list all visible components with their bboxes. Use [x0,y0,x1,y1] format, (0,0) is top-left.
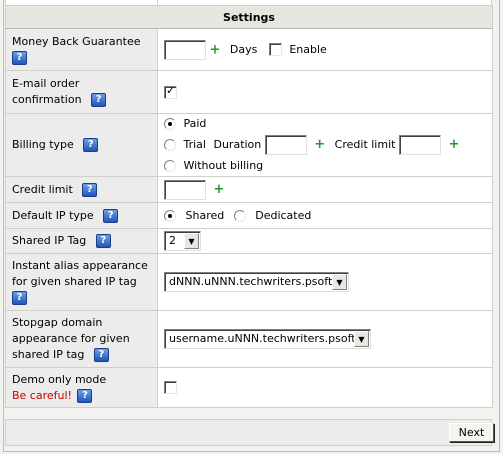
duration-label: Duration [213,138,262,151]
default-ip-label: Default IP type [12,208,94,222]
stopgap-label-1: Stopgap domain [12,316,103,329]
chevron-down-icon[interactable]: ▼ [332,274,347,290]
be-careful-warning: Be careful! [12,388,72,402]
next-button[interactable]: Next [449,423,494,442]
instant-alias-select[interactable]: dNNN.uNNN.techwriters.psoft ▼ [164,272,349,292]
row-shared-ip-tag: Shared IP Tag ? 2 ▼ [5,228,493,254]
credit-limit-input[interactable] [164,179,206,200]
without-billing-label: Without billing [183,159,264,172]
shared-ip-tag-select[interactable]: 2 ▼ [164,231,201,251]
settings-header: Settings [5,5,493,29]
trial-credit-limit-label: Credit limit [334,138,396,151]
shared-ip-tag-label: Shared IP Tag [12,234,87,247]
help-question-icon[interactable]: ? [12,291,27,305]
shared-ip-tag-value: 2 [169,234,176,247]
row-billing-type: Billing type ? Paid Trial Duration + Cre… [5,113,493,177]
enable-label: Enable [289,43,327,56]
billing-paid-radio[interactable] [164,118,176,130]
stopgap-label-3: shared IP tag [12,348,85,361]
row-default-ip-type: Default IP type ? Shared Dedicated [5,202,493,229]
plus-icon[interactable]: + [314,137,325,152]
trial-duration-input[interactable] [264,135,307,155]
trial-label: Trial [183,138,206,151]
demo-mode-checkbox[interactable] [164,381,177,395]
trial-credit-limit-input[interactable] [398,135,441,155]
help-question-icon[interactable]: ? [91,93,107,107]
row-credit-limit: Credit limit ? + [5,176,493,203]
money-back-days-input[interactable] [164,39,206,60]
chevron-down-icon[interactable]: ▼ [354,331,369,347]
instant-alias-label-1: Instant alias appearance [12,259,148,272]
row-email-confirmation: E-mail order confirmation ? [5,70,493,114]
money-back-label: Money Back Guarantee [12,34,141,48]
plus-icon[interactable]: + [210,42,221,57]
shared-label: Shared [185,209,225,223]
help-question-icon[interactable]: ? [12,50,27,65]
days-label: Days [229,43,258,56]
help-question-icon[interactable]: ? [95,234,111,248]
demo-mode-label: Demo only mode [12,372,107,386]
money-back-enable-checkbox[interactable] [268,43,282,56]
stopgap-select[interactable]: username.uNNN.techwriters.psoft ▼ [164,329,371,349]
plus-icon[interactable]: + [448,137,459,152]
email-confirm-label-1: E-mail order [12,77,80,90]
row-stopgap-domain: Stopgap domain appearance for given shar… [5,310,493,368]
stopgap-value: username.uNNN.techwriters.psoft [169,332,356,345]
instant-alias-value: dNNN.uNNN.techwriters.psoft [169,275,333,288]
help-question-icon[interactable]: ? [82,182,98,197]
credit-limit-label: Credit limit [12,182,73,196]
settings-table: Settings Money Back Guarantee ? + Days E… [5,5,493,408]
email-confirm-label-2: confirmation [12,93,82,106]
footer-bar [5,419,492,446]
help-question-icon[interactable]: ? [77,388,93,403]
row-instant-alias: Instant alias appearance for given share… [5,253,493,311]
billing-without-radio[interactable] [164,160,176,172]
email-confirm-checkbox[interactable] [164,84,177,99]
paid-label: Paid [183,117,207,130]
billing-type-label: Billing type [12,138,74,151]
ip-dedicated-radio[interactable] [233,209,246,222]
chevron-down-icon[interactable]: ▼ [184,233,199,249]
help-question-icon[interactable]: ? [83,138,99,152]
row-demo-mode: Demo only mode Be careful! ? [5,367,493,408]
help-question-icon[interactable]: ? [103,208,119,223]
instant-alias-label-2: for given shared IP tag [12,275,137,288]
billing-trial-radio[interactable] [164,139,176,151]
row-money-back: Money Back Guarantee ? + Days Enable [5,28,493,71]
plus-icon[interactable]: + [214,182,225,197]
help-question-icon[interactable]: ? [93,348,109,362]
ip-shared-radio[interactable] [164,209,176,222]
stopgap-label-2: appearance for given [12,332,130,345]
dedicated-label: Dedicated [255,209,312,223]
